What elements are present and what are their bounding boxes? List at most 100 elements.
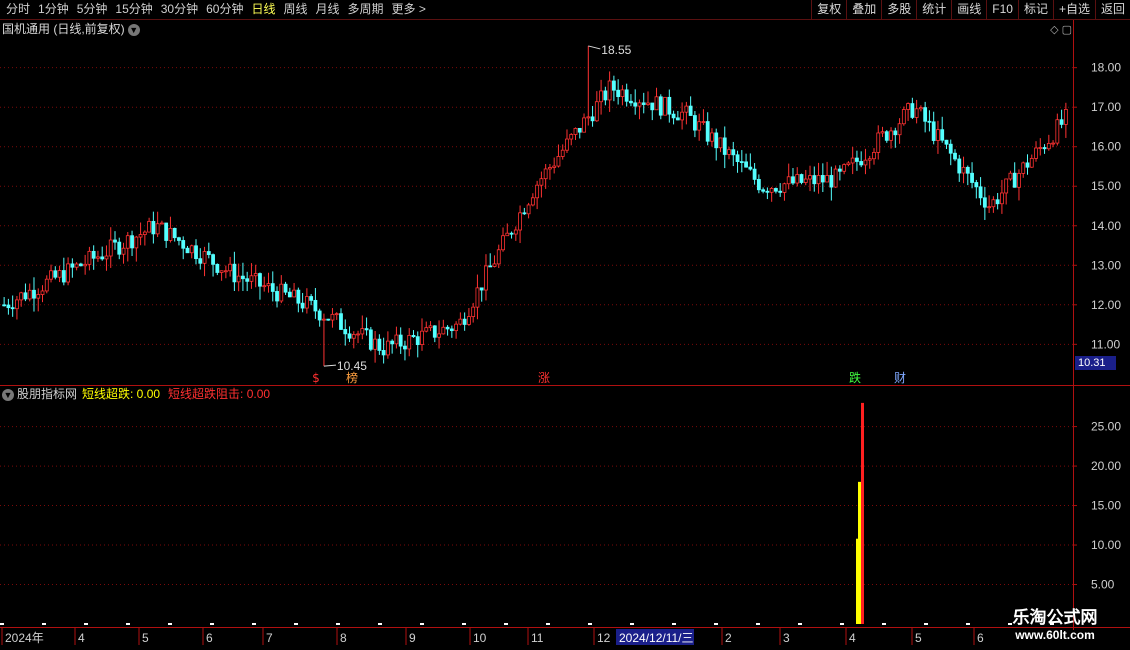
candle-body (565, 138, 569, 151)
candle-body (364, 328, 369, 331)
candle-body (411, 334, 416, 338)
candle-body (616, 89, 621, 98)
candle-body (206, 251, 211, 256)
candle-body (663, 96, 667, 116)
candle-body (620, 89, 625, 98)
candle-body (850, 157, 855, 164)
date-label: 6 (977, 631, 984, 645)
candle-body (897, 123, 902, 136)
candle-body (454, 323, 459, 332)
candle-body (940, 129, 945, 141)
candle-body (96, 256, 100, 259)
candle-body (671, 113, 676, 119)
candle-body (701, 121, 706, 123)
high-label: 18.55 (601, 43, 631, 57)
candle-body (1012, 172, 1017, 188)
candle-body (1046, 143, 1051, 150)
indicator-bar-yellow (856, 538, 858, 624)
candle-body (859, 161, 864, 166)
candle-body (646, 102, 650, 105)
candle-body (710, 132, 714, 142)
candle-body (693, 115, 697, 131)
candle-body (812, 175, 817, 185)
indicator-tick-label: 20.00 (1091, 459, 1121, 473)
candle-body (1051, 142, 1055, 145)
candle-body (343, 329, 348, 335)
indicator-bar-red (861, 402, 864, 624)
candle-body (292, 289, 296, 298)
candle-body (594, 101, 599, 122)
candle-body (492, 263, 497, 267)
candle-body (684, 105, 689, 113)
price-tick-label: 13.00 (1091, 258, 1121, 272)
candle-body (722, 137, 727, 155)
candle-body (889, 130, 893, 141)
candle-body (117, 241, 122, 255)
price-tick-label: 14.00 (1091, 219, 1121, 233)
candle-body (731, 149, 736, 156)
candle-body (876, 132, 881, 153)
event-marker: 榜 (346, 370, 358, 385)
candle-body (543, 168, 548, 180)
candle-body (159, 222, 164, 225)
candle-body (449, 328, 454, 332)
candle-body (390, 340, 395, 345)
date-cursor-label: 2024/12/11/三 (619, 631, 694, 645)
candle-body (373, 338, 378, 350)
candle-body (130, 235, 134, 249)
candle-body (32, 289, 36, 299)
candle-body (215, 263, 220, 273)
candle-body (211, 254, 215, 265)
candle-body (44, 278, 49, 292)
candle-body (61, 270, 66, 283)
date-label: 9 (409, 631, 416, 645)
candle-body (603, 90, 608, 101)
candle-body (842, 164, 847, 172)
candle-body (880, 131, 885, 134)
candle-body (675, 117, 680, 121)
candle-body (113, 239, 117, 243)
date-label: 11 (531, 631, 544, 645)
candle-body (262, 285, 267, 288)
candle-body (403, 345, 407, 350)
candle-body (270, 283, 275, 292)
candle-body (970, 172, 974, 183)
candle-body (816, 175, 821, 185)
candle-body (151, 221, 156, 235)
candle-body (177, 237, 181, 241)
event-marker: 跌 (849, 370, 861, 385)
candle-body (735, 154, 740, 162)
candle-body (445, 326, 450, 330)
candle-body (548, 167, 552, 170)
candle-body (228, 263, 233, 272)
candle-body (918, 107, 923, 110)
candle-body (322, 318, 326, 321)
candle-body (901, 109, 906, 125)
candle-body (782, 183, 787, 193)
candle-body (57, 270, 62, 278)
candle-body (509, 232, 514, 235)
candle-body (121, 247, 126, 255)
candle-body (6, 304, 11, 309)
candle-body (181, 240, 186, 249)
candle-body (629, 100, 633, 104)
candle-body (339, 313, 343, 330)
candle-body (948, 143, 953, 154)
candle-body (705, 121, 710, 142)
candle-body (965, 166, 970, 174)
date-label: 5 (142, 631, 149, 645)
date-label: 4 (849, 631, 856, 645)
candle-body (19, 292, 24, 301)
high-pointer (588, 45, 601, 50)
candle-body (1025, 162, 1030, 168)
kline-chart[interactable]: 18.00 17.00 16.00 15.00 14.00 13.00 12.00 11.00… (0, 0, 1130, 650)
candle-body (2, 304, 7, 307)
candle-body (786, 176, 791, 185)
candle-body (829, 175, 834, 188)
candle-body (552, 165, 557, 168)
candle-body (931, 121, 936, 141)
candle-body (496, 249, 501, 265)
candle-body (522, 212, 527, 215)
candle-body (1000, 192, 1004, 205)
candle-body (189, 245, 194, 254)
